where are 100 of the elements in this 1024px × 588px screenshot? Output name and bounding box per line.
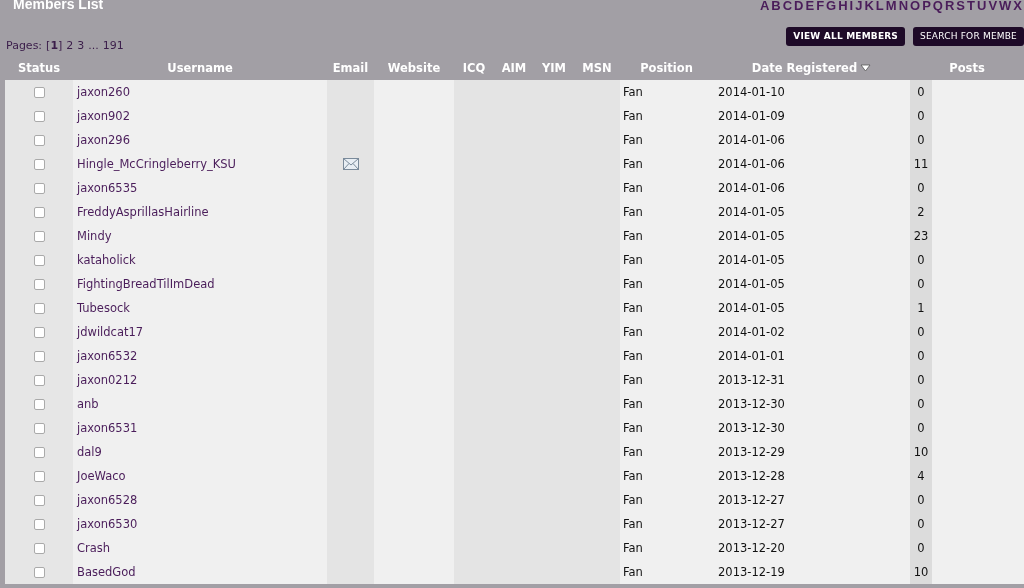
nav-button[interactable]: VIEW ALL MEMBERS: [786, 26, 906, 46]
letter-link[interactable]: N: [898, 0, 909, 13]
username-link[interactable]: Tubesock: [73, 296, 327, 320]
status-checkbox[interactable]: [33, 86, 45, 98]
posts-cell: 0: [910, 416, 932, 440]
letter-link[interactable]: J: [855, 0, 863, 13]
status-checkbox[interactable]: [33, 494, 45, 506]
date-cell: 2013-12-31: [713, 368, 910, 392]
status-checkbox[interactable]: [33, 110, 45, 122]
posts-cell: 10: [910, 560, 932, 584]
username-link[interactable]: Crash: [73, 536, 327, 560]
nav-button[interactable]: SEARCH FOR MEMBE: [913, 26, 1024, 46]
position-cell: Fan: [620, 488, 713, 512]
status-checkbox[interactable]: [33, 398, 45, 410]
column-header[interactable]: Posts: [910, 61, 1024, 75]
username-link[interactable]: jaxon6528: [73, 488, 327, 512]
page-link[interactable]: 2: [66, 38, 74, 52]
letter-link[interactable]: S: [956, 0, 966, 13]
username-link[interactable]: jaxon6530: [73, 512, 327, 536]
position-cell: Fan: [620, 176, 713, 200]
column-header[interactable]: MSN: [574, 61, 620, 75]
status-checkbox[interactable]: [33, 542, 45, 554]
status-checkbox[interactable]: [33, 254, 45, 266]
username-link[interactable]: FightingBreadTilImDead: [73, 272, 327, 296]
status-checkbox[interactable]: [33, 518, 45, 530]
letter-link[interactable]: I: [849, 0, 854, 13]
status-checkbox[interactable]: [33, 158, 45, 170]
username-link[interactable]: jaxon260: [73, 80, 327, 104]
letter-link[interactable]: G: [826, 0, 837, 13]
letter-link[interactable]: F: [816, 0, 825, 13]
letter-link[interactable]: H: [838, 0, 848, 13]
username-link[interactable]: dal9: [73, 440, 327, 464]
letter-link[interactable]: X: [1013, 0, 1022, 13]
username-link[interactable]: FreddyAsprillasHairline: [73, 200, 327, 224]
date-cell: 2013-12-19: [713, 560, 910, 584]
username-link[interactable]: Mindy: [73, 224, 327, 248]
status-checkbox[interactable]: [33, 302, 45, 314]
letter-link[interactable]: R: [944, 0, 955, 13]
letter-link[interactable]: K: [864, 0, 874, 13]
column-header[interactable]: YIM: [534, 61, 574, 75]
letter-link[interactable]: A: [759, 0, 770, 13]
column-header[interactable]: Website: [374, 61, 454, 75]
position-cell: Fan: [620, 152, 713, 176]
posts-cell: 23: [910, 224, 932, 248]
envelope-icon[interactable]: [342, 158, 359, 170]
username-link[interactable]: JoeWaco: [73, 464, 327, 488]
status-checkbox[interactable]: [33, 206, 45, 218]
username-link[interactable]: jdwildcat17: [73, 320, 327, 344]
status-checkbox[interactable]: [33, 230, 45, 242]
date-cell: 2014-01-10: [713, 80, 910, 104]
letter-link[interactable]: L: [875, 0, 884, 13]
position-cell: Fan: [620, 248, 713, 272]
status-checkbox[interactable]: [33, 446, 45, 458]
column-header[interactable]: ICQ: [454, 61, 494, 75]
letter-link[interactable]: W: [999, 0, 1012, 13]
username-link[interactable]: jaxon6532: [73, 344, 327, 368]
username-link[interactable]: jaxon0212: [73, 368, 327, 392]
column-header[interactable]: AIM: [494, 61, 534, 75]
letter-link[interactable]: U: [977, 0, 987, 13]
letter-link[interactable]: P: [922, 0, 931, 13]
username-link[interactable]: jaxon6531: [73, 416, 327, 440]
posts-cell: 0: [910, 176, 932, 200]
username-link[interactable]: anb: [73, 392, 327, 416]
username-link[interactable]: jaxon6535: [73, 176, 327, 200]
letter-link[interactable]: V: [988, 0, 998, 13]
letter-link[interactable]: E: [805, 0, 815, 13]
column-header[interactable]: Username: [73, 61, 327, 75]
column-header[interactable]: Email: [327, 61, 374, 75]
status-checkbox[interactable]: [33, 134, 45, 146]
status-checkbox[interactable]: [33, 470, 45, 482]
position-cell: Fan: [620, 368, 713, 392]
letter-link[interactable]: T: [967, 0, 975, 13]
status-checkbox[interactable]: [33, 326, 45, 338]
status-checkbox[interactable]: [33, 182, 45, 194]
column-header[interactable]: Status: [5, 61, 73, 75]
posts-cell: 0: [910, 512, 932, 536]
position-cell: Fan: [620, 224, 713, 248]
position-cell: Fan: [620, 104, 713, 128]
status-checkbox[interactable]: [33, 566, 45, 578]
page-link[interactable]: 191: [102, 38, 124, 52]
page-link[interactable]: 3: [77, 38, 85, 52]
letter-link[interactable]: C: [782, 0, 793, 13]
letter-link[interactable]: Q: [932, 0, 943, 13]
letter-link[interactable]: B: [771, 0, 781, 13]
column-header[interactable]: Position: [620, 61, 713, 75]
status-checkbox[interactable]: [33, 422, 45, 434]
username-link[interactable]: jaxon296: [73, 128, 327, 152]
username-link[interactable]: Hingle_McCringleberry_KSU: [73, 152, 327, 176]
username-link[interactable]: kataholick: [73, 248, 327, 272]
status-checkbox[interactable]: [33, 374, 45, 386]
username-link[interactable]: jaxon902: [73, 104, 327, 128]
letter-link[interactable]: O: [910, 0, 921, 13]
username-link[interactable]: BasedGod: [73, 560, 327, 584]
status-checkbox[interactable]: [33, 350, 45, 362]
letter-link[interactable]: M: [885, 0, 897, 13]
letter-link[interactable]: D: [794, 0, 804, 13]
column-header[interactable]: Date Registered: [713, 61, 910, 75]
status-checkbox[interactable]: [33, 278, 45, 290]
posts-cell: 0: [910, 536, 932, 560]
date-cell: 2013-12-27: [713, 488, 910, 512]
